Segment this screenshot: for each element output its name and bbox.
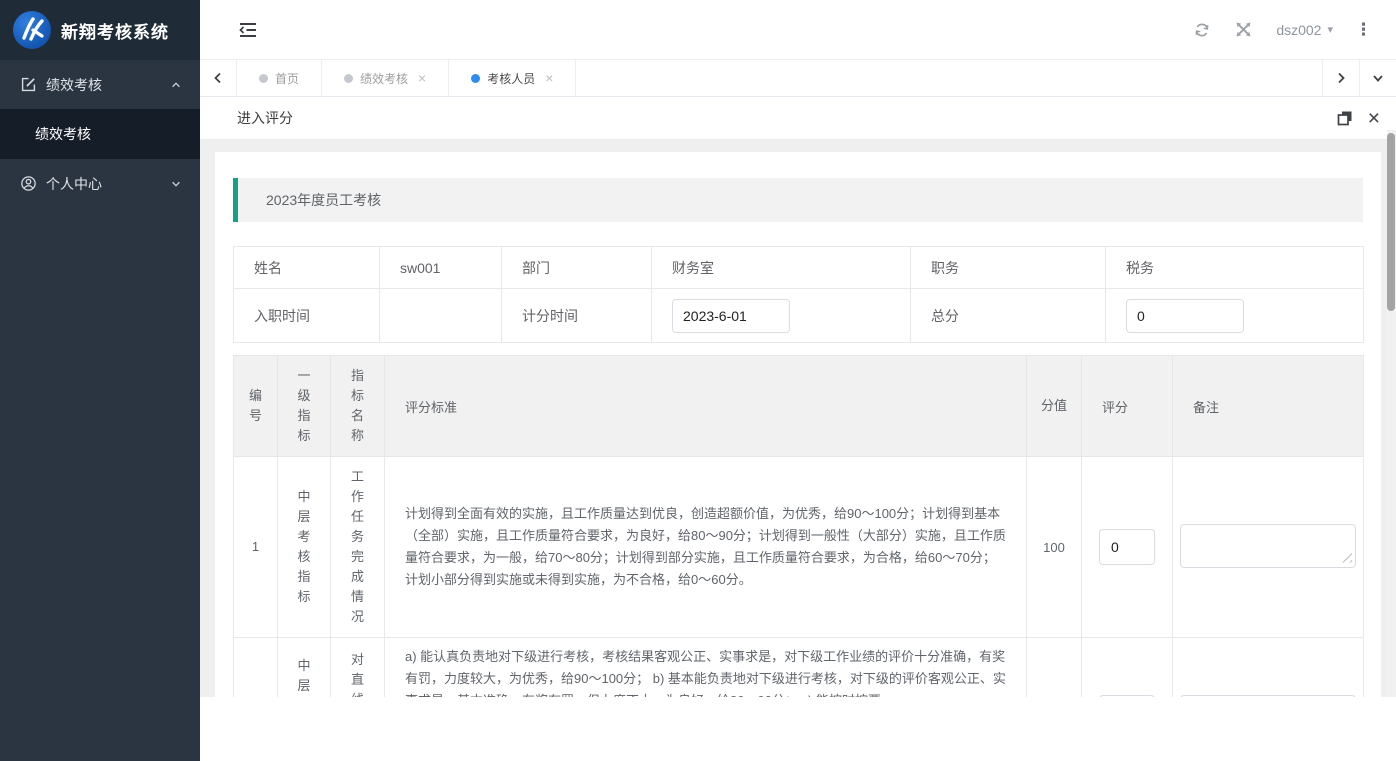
- tab-label: 绩效考核: [360, 70, 408, 87]
- tab-home[interactable]: 首页: [237, 60, 322, 96]
- username: dsz002: [1276, 22, 1321, 38]
- fullscreen-icon[interactable]: [1223, 10, 1264, 50]
- tabs-menu-chevron-icon[interactable]: [1359, 60, 1396, 96]
- scoring-row: 中层考核指标 对直线 a) 能认真负责地对下级进行考核，考核结果客观公正、实事求…: [234, 638, 1364, 698]
- info-row-2: 入职时间 计分时间 总分: [234, 289, 1364, 343]
- hire-date-label: 入职时间: [234, 289, 380, 343]
- caret-down-icon: ▾: [1327, 23, 1333, 36]
- app-title: 新翔考核系统: [61, 18, 169, 43]
- sidebar-item-label: 绩效考核: [46, 75, 170, 95]
- col-header-points: 分值: [1027, 356, 1082, 457]
- row-indicator: 工作任务完成情况: [331, 457, 385, 638]
- kebab-menu-icon[interactable]: ⋮: [1345, 20, 1382, 40]
- tab-label: 首页: [275, 70, 299, 87]
- sidebar: 新翔考核系统 绩效考核 绩效考核 个人中心: [0, 0, 200, 761]
- dialog-title: 进入评分: [237, 108, 293, 128]
- col-header-indicator: 指标名称: [331, 356, 385, 457]
- chevron-down-icon: [170, 178, 182, 190]
- col-header-standard: 评分标准: [385, 356, 1027, 457]
- tab-close-icon[interactable]: ×: [545, 70, 553, 86]
- dept-label: 部门: [502, 247, 652, 289]
- scrollbar-track[interactable]: [1387, 130, 1396, 697]
- row-level1: 中层考核指标: [278, 638, 331, 698]
- name-label: 姓名: [234, 247, 380, 289]
- assessment-card: 2023年度员工考核 姓名 sw001 部门 财务室 职务 税务 入职时间: [215, 152, 1381, 697]
- dept-value: 财务室: [652, 247, 911, 289]
- sidebar-item-personal-center[interactable]: 个人中心: [0, 159, 200, 208]
- tab-bar: 首页 绩效考核 × 考核人员 ×: [200, 60, 1396, 97]
- edit-icon: [21, 77, 36, 92]
- name-value: sw001: [380, 247, 502, 289]
- row-points: 100: [1027, 457, 1082, 638]
- app-logo-icon: [13, 11, 51, 49]
- tab-assessors[interactable]: 考核人员 ×: [449, 60, 576, 96]
- row-remark-cell: [1173, 457, 1364, 638]
- employee-info-table: 姓名 sw001 部门 财务室 职务 税务 入职时间 计分时间 总分: [233, 246, 1364, 343]
- dialog-content: 2023年度员工考核 姓名 sw001 部门 财务室 职务 税务 入职时间: [200, 140, 1396, 697]
- row-standard: a) 能认真负责地对下级进行考核，考核结果客观公正、实事求是，对下级工作业绩的评…: [385, 638, 1027, 698]
- tabbar-spacer: [576, 60, 1322, 96]
- sidebar-subitem-performance[interactable]: 绩效考核: [0, 109, 200, 159]
- col-header-remark: 备注: [1173, 356, 1364, 457]
- restore-window-icon[interactable]: [1337, 110, 1353, 126]
- navbar-right-controls: dsz002 ▾ ⋮: [1181, 10, 1382, 50]
- col-header-score: 评分: [1082, 356, 1173, 457]
- tab-dot: [344, 74, 353, 83]
- close-icon[interactable]: ×: [1368, 108, 1380, 129]
- user-dropdown[interactable]: dsz002 ▾: [1264, 22, 1345, 38]
- tab-performance[interactable]: 绩效考核 ×: [322, 60, 449, 96]
- remark-textarea[interactable]: [1180, 524, 1356, 568]
- scrollbar-thumb[interactable]: [1387, 133, 1395, 311]
- top-navbar: dsz002 ▾ ⋮: [200, 0, 1396, 60]
- score-time-cell: [652, 289, 911, 343]
- scoring-row: 1 中层考核指标 工作任务完成情况 计划得到全面有效的实施，且工作质量达到优良，…: [234, 457, 1364, 638]
- col-header-level1: 一级指标: [278, 356, 331, 457]
- duty-label: 职务: [911, 247, 1106, 289]
- tab-label: 考核人员: [487, 70, 535, 87]
- logo-bar: 新翔考核系统: [0, 0, 200, 60]
- row-standard: 计划得到全面有效的实施，且工作质量达到优良，创造超额价值，为优秀，给90～100…: [385, 457, 1027, 638]
- row-score-cell: [1082, 457, 1173, 638]
- info-row-1: 姓名 sw001 部门 财务室 职务 税务: [234, 247, 1364, 289]
- main-area: dsz002 ▾ ⋮ 首页 绩效考核 × 考核人员 ×: [200, 0, 1396, 761]
- assessment-banner: 2023年度员工考核: [233, 178, 1363, 222]
- total-score-label: 总分: [911, 289, 1106, 343]
- sidebar-item-label: 个人中心: [46, 174, 170, 194]
- tab-dot: [471, 74, 480, 83]
- row-score-cell: [1082, 638, 1173, 698]
- score-input[interactable]: [1099, 529, 1155, 565]
- sidebar-subitem-label: 绩效考核: [35, 124, 91, 144]
- sidebar-collapse-icon[interactable]: [236, 18, 260, 42]
- total-score-cell: [1106, 289, 1364, 343]
- dialog-header: 进入评分 ×: [200, 97, 1396, 140]
- score-time-input[interactable]: [672, 299, 790, 333]
- score-time-label: 计分时间: [502, 289, 652, 343]
- tab-dot: [259, 74, 268, 83]
- sidebar-item-performance[interactable]: 绩效考核: [0, 60, 200, 109]
- total-score-input[interactable]: [1126, 299, 1244, 333]
- hire-date-value: [380, 289, 502, 343]
- refresh-icon[interactable]: [1181, 10, 1223, 50]
- user-icon: [21, 176, 36, 191]
- tab-close-icon[interactable]: ×: [418, 70, 426, 86]
- row-no: [234, 638, 278, 698]
- dialog-window-controls: ×: [1337, 108, 1380, 129]
- duty-value: 税务: [1106, 247, 1364, 289]
- scoring-table: 编号 一级指标 指标名称 评分标准 分值 评分 备注 1 中层考核指标 工作任务…: [233, 355, 1364, 697]
- tabs-scroll-right-icon[interactable]: [1322, 60, 1359, 96]
- tabs-scroll-left-icon[interactable]: [200, 60, 237, 96]
- col-header-no: 编号: [234, 356, 278, 457]
- row-points: [1027, 638, 1082, 698]
- row-indicator: 对直线: [331, 638, 385, 698]
- remark-textarea[interactable]: [1180, 695, 1356, 697]
- row-no: 1: [234, 457, 278, 638]
- scoring-table-header: 编号 一级指标 指标名称 评分标准 分值 评分 备注: [234, 356, 1364, 457]
- row-remark-cell: [1173, 638, 1364, 698]
- page-background: [200, 697, 1396, 761]
- assessment-title: 2023年度员工考核: [266, 190, 381, 210]
- row-level1: 中层考核指标: [278, 457, 331, 638]
- chevron-up-icon: [170, 79, 182, 91]
